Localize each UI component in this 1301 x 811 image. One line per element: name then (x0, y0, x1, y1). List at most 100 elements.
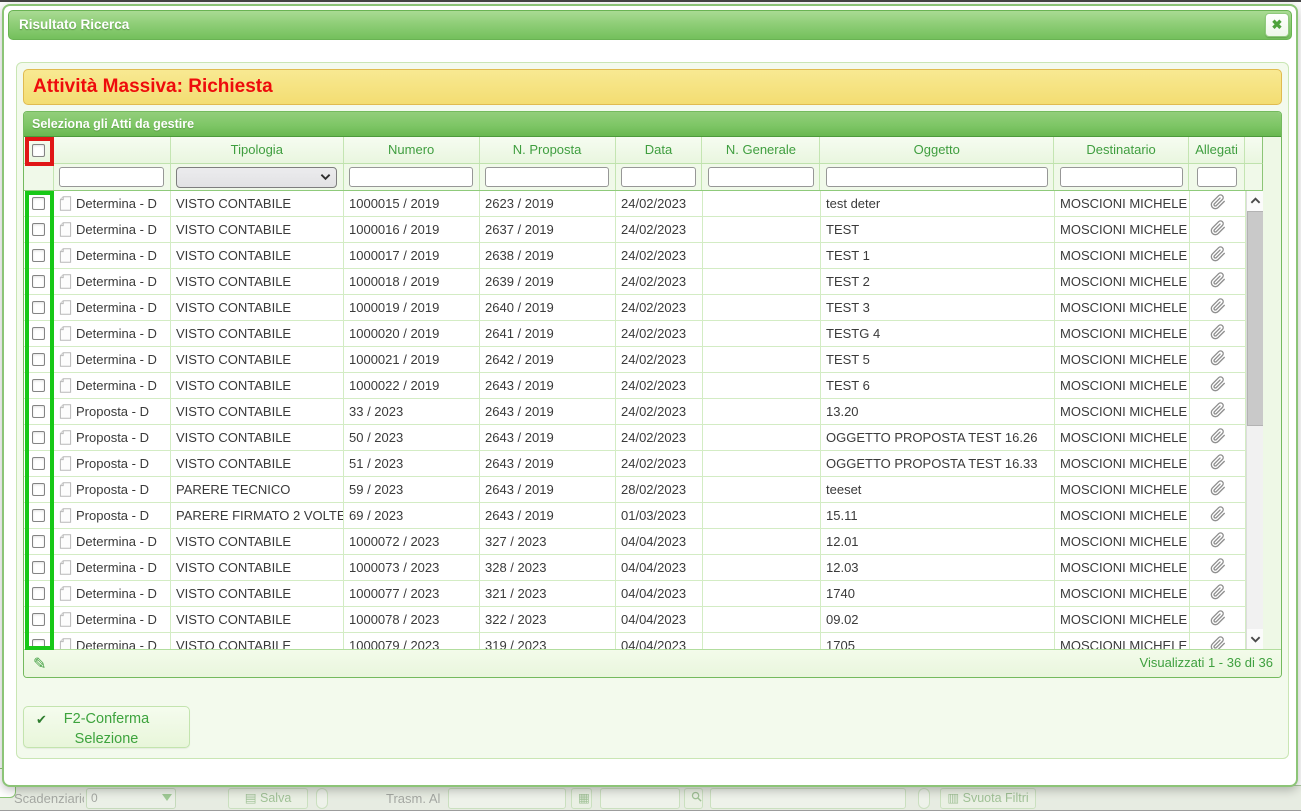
row-checkbox[interactable] (32, 223, 45, 236)
table-row[interactable]: Determina - D VISTO CONTABILE 1000018 / … (24, 269, 1263, 295)
scroll-down-icon[interactable] (1247, 629, 1263, 649)
grid-filter-row (24, 164, 1263, 191)
screen: Scadenziario 0 ▤ Salva Filtri Trasm. Al … (0, 0, 1301, 811)
row-checkbox[interactable] (32, 587, 45, 600)
table-row[interactable]: Determina - D VISTO CONTABILE 1000021 / … (24, 347, 1263, 373)
row-checkbox[interactable] (32, 457, 45, 470)
filter-tipologia-select[interactable] (176, 167, 337, 188)
row-checkbox[interactable] (32, 301, 45, 314)
paperclip-icon[interactable] (1210, 558, 1226, 577)
cell-proposta: 2643 / 2019 (480, 373, 616, 398)
table-row[interactable]: Proposta - D PARERE FIRMATO 2 VOLTE 69 /… (24, 503, 1263, 529)
filter-proposta-input[interactable] (485, 167, 609, 187)
paperclip-icon[interactable] (1210, 298, 1226, 317)
cell-oggetto: TEST 6 (821, 373, 1055, 398)
table-row[interactable]: Proposta - D VISTO CONTABILE 50 / 2023 2… (24, 425, 1263, 451)
paperclip-icon[interactable] (1210, 506, 1226, 525)
cell-oggetto: 09.02 (821, 607, 1055, 632)
row-checkbox[interactable] (32, 197, 45, 210)
cell-tipologia: VISTO CONTABILE (171, 633, 344, 649)
table-row[interactable]: Determina - D VISTO CONTABILE 1000072 / … (24, 529, 1263, 555)
paperclip-icon[interactable] (1210, 246, 1226, 265)
filter-doc-input[interactable] (59, 167, 164, 187)
filter-oggetto-input[interactable] (826, 167, 1048, 187)
paperclip-icon[interactable] (1210, 376, 1226, 395)
table-row[interactable]: Determina - D VISTO CONTABILE 1000078 / … (24, 607, 1263, 633)
row-checkbox[interactable] (32, 249, 45, 262)
confirm-button-line1: F2-Conferma (24, 709, 189, 729)
paperclip-icon[interactable] (1210, 532, 1226, 551)
table-row[interactable]: Determina - D VISTO CONTABILE 1000016 / … (24, 217, 1263, 243)
paperclip-icon[interactable] (1210, 194, 1226, 213)
cell-oggetto: OGGETTO PROPOSTA TEST 16.33 (821, 451, 1055, 476)
paperclip-icon[interactable] (1210, 480, 1226, 499)
filter-allegati-input[interactable] (1197, 167, 1237, 187)
pencil-icon[interactable]: ✎ (33, 654, 46, 674)
row-checkbox[interactable] (32, 639, 45, 649)
row-checkbox[interactable] (32, 509, 45, 522)
table-row[interactable]: Determina - D VISTO CONTABILE 1000017 / … (24, 243, 1263, 269)
paperclip-icon[interactable] (1210, 610, 1226, 629)
filter-generale-input[interactable] (708, 167, 814, 187)
table-row[interactable]: Determina - D VISTO CONTABILE 1000079 / … (24, 633, 1263, 649)
row-checkbox[interactable] (32, 353, 45, 366)
paperclip-icon[interactable] (1210, 324, 1226, 343)
select-all-checkbox[interactable] (32, 144, 45, 157)
paperclip-icon[interactable] (1210, 272, 1226, 291)
table-row[interactable]: Proposta - D VISTO CONTABILE 33 / 2023 2… (24, 399, 1263, 425)
column-header-tipologia[interactable]: Tipologia (171, 137, 344, 163)
row-checkbox[interactable] (32, 613, 45, 626)
cell-numero: 33 / 2023 (344, 399, 480, 424)
row-checkbox[interactable] (32, 379, 45, 392)
scadenziario-label: Scadenziario (14, 788, 84, 809)
cell-data: 04/04/2023 (616, 529, 703, 554)
column-header-generale[interactable]: N. Generale (702, 137, 820, 163)
cell-generale (703, 581, 821, 606)
cell-oggetto: OGGETTO PROPOSTA TEST 16.26 (821, 425, 1055, 450)
paperclip-icon[interactable] (1210, 220, 1226, 239)
scroll-up-icon[interactable] (1247, 191, 1263, 211)
row-checkbox[interactable] (32, 275, 45, 288)
close-icon[interactable]: ✖ (1265, 13, 1289, 37)
paperclip-icon[interactable] (1210, 584, 1226, 603)
column-header-proposta[interactable]: N. Proposta (480, 137, 616, 163)
cell-tipologia: VISTO CONTABILE (171, 581, 344, 606)
row-checkbox[interactable] (32, 431, 45, 444)
toolbar-toggle-2 (918, 788, 930, 809)
table-row[interactable]: Determina - D VISTO CONTABILE 1000015 / … (24, 191, 1263, 217)
paperclip-icon[interactable] (1210, 350, 1226, 369)
row-checkbox[interactable] (32, 535, 45, 548)
paperclip-icon[interactable] (1210, 428, 1226, 447)
row-checkbox[interactable] (32, 483, 45, 496)
cell-generale (703, 243, 821, 268)
paperclip-icon[interactable] (1210, 402, 1226, 421)
table-row[interactable]: Determina - D VISTO CONTABILE 1000022 / … (24, 373, 1263, 399)
column-header-numero[interactable]: Numero (344, 137, 480, 163)
cell-proposta: 2642 / 2019 (480, 347, 616, 372)
row-checkbox[interactable] (32, 327, 45, 340)
table-row[interactable]: Determina - D VISTO CONTABILE 1000077 / … (24, 581, 1263, 607)
table-row[interactable]: Determina - D VISTO CONTABILE 1000073 / … (24, 555, 1263, 581)
row-checkbox[interactable] (32, 405, 45, 418)
paperclip-icon[interactable] (1210, 454, 1226, 473)
cell-data: 04/04/2023 (616, 581, 703, 606)
filter-numero-input[interactable] (349, 167, 473, 187)
paperclip-icon[interactable] (1210, 636, 1226, 649)
filter-destinatario-input[interactable] (1060, 167, 1183, 187)
column-header-doc[interactable] (54, 137, 171, 163)
column-header-data[interactable]: Data (616, 137, 703, 163)
table-row[interactable]: Determina - D VISTO CONTABILE 1000019 / … (24, 295, 1263, 321)
column-header-oggetto[interactable]: Oggetto (820, 137, 1054, 163)
cell-proposta: 328 / 2023 (480, 555, 616, 580)
row-checkbox[interactable] (32, 561, 45, 574)
table-row[interactable]: Proposta - D VISTO CONTABILE 51 / 2023 2… (24, 451, 1263, 477)
vertical-scrollbar[interactable] (1246, 191, 1263, 649)
confirm-button-line2: Selezione (24, 729, 189, 749)
scrollbar-thumb[interactable] (1247, 211, 1263, 426)
filter-data-input[interactable] (621, 167, 696, 187)
column-header-allegati[interactable]: Allegati (1189, 137, 1245, 163)
conferma-selezione-button[interactable]: ✔ F2-Conferma Selezione (23, 706, 190, 748)
table-row[interactable]: Proposta - D PARERE TECNICO 59 / 2023 26… (24, 477, 1263, 503)
column-header-destinatario[interactable]: Destinatario (1054, 137, 1189, 163)
table-row[interactable]: Determina - D VISTO CONTABILE 1000020 / … (24, 321, 1263, 347)
